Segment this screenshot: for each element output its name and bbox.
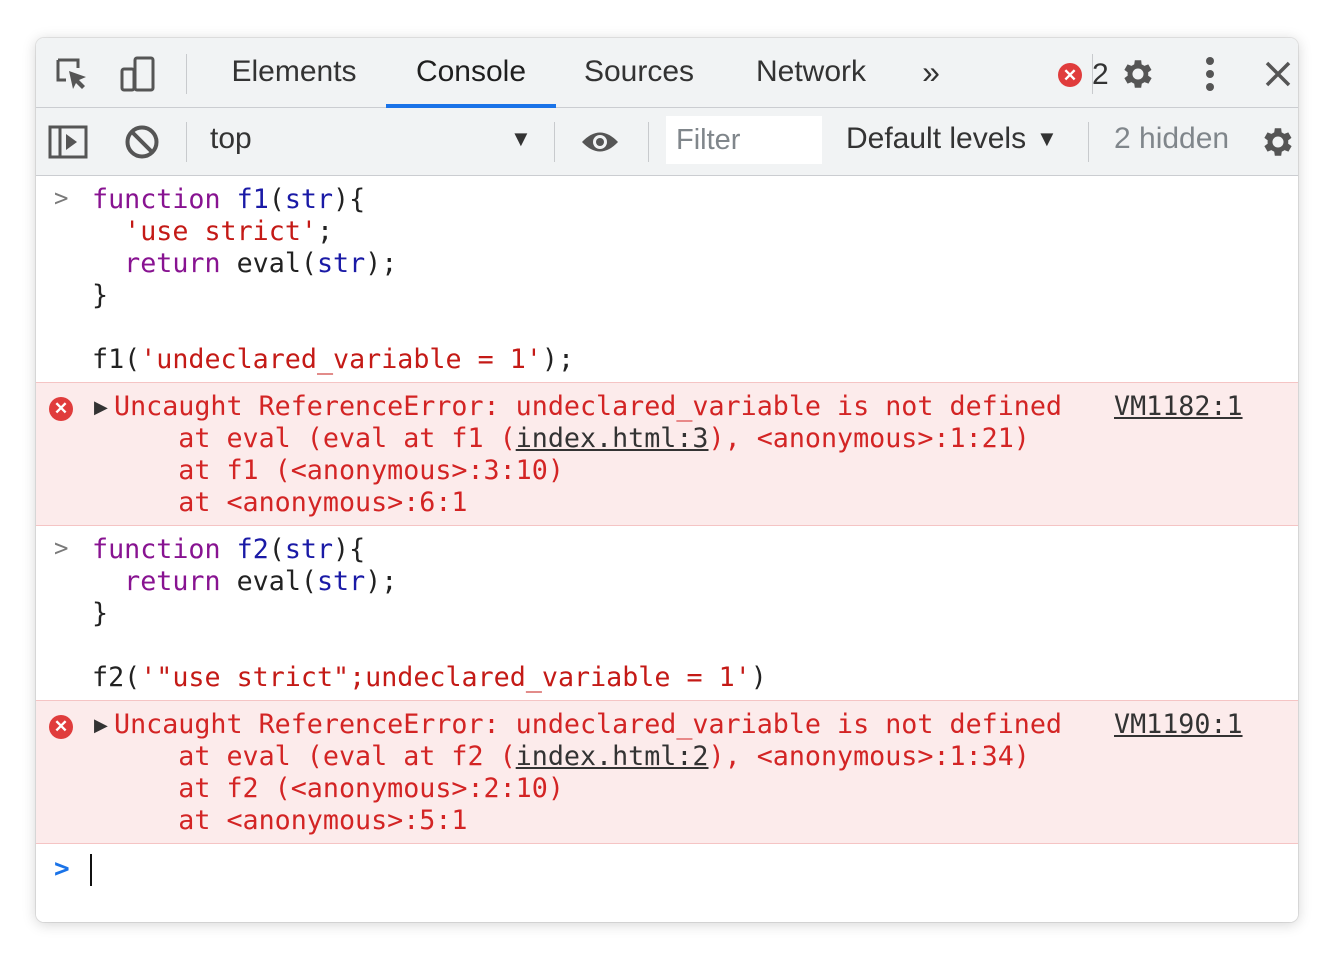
console-input-entry: > function f1(str){ 'use strict'; return… bbox=[36, 176, 1298, 382]
input-prompt-chevron-icon: > bbox=[54, 534, 69, 562]
console-error-entry: ✕ ▶ Uncaught ReferenceError: undeclared_… bbox=[36, 382, 1298, 526]
code-token: } bbox=[92, 598, 109, 629]
code-token: ; bbox=[316, 216, 334, 247]
error-text: Uncaught ReferenceError: undeclared_vari… bbox=[114, 391, 1062, 422]
source-link[interactable]: index.html:2 bbox=[516, 741, 709, 772]
code-block: function f2(str){ return eval(str); } f2… bbox=[92, 534, 767, 694]
source-link[interactable]: index.html:3 bbox=[516, 423, 709, 454]
stack-frame: ), <anonymous>:1:21) bbox=[708, 423, 1030, 454]
stack-frame: at <anonymous>:5:1 bbox=[114, 805, 468, 836]
code-token: f2 bbox=[236, 534, 269, 565]
stack-frame: ), <anonymous>:1:34) bbox=[708, 741, 1030, 772]
clear-console-icon[interactable] bbox=[122, 122, 162, 162]
error-count: 2 bbox=[1092, 58, 1109, 91]
chevron-down-icon[interactable]: ▼ bbox=[1036, 126, 1058, 152]
stack-frame: at eval (eval at f2 ( bbox=[114, 741, 516, 772]
expand-triangle-icon[interactable]: ▶ bbox=[94, 391, 108, 423]
filter-input[interactable] bbox=[666, 116, 822, 164]
text-cursor bbox=[90, 854, 92, 886]
stack-frame: at eval (eval at f1 ( bbox=[114, 423, 516, 454]
code-token: f2( bbox=[92, 662, 141, 693]
code-token: 'undeclared_variable = 1' bbox=[140, 344, 542, 375]
divider bbox=[554, 122, 555, 162]
vm-source-link[interactable]: VM1190:1 bbox=[1114, 709, 1243, 741]
code-token: ( bbox=[268, 534, 285, 565]
console-prompt-input[interactable]: > bbox=[36, 844, 1298, 894]
code-token: ); bbox=[541, 344, 575, 375]
code-token: } bbox=[92, 280, 109, 311]
code-token: f1 bbox=[236, 184, 269, 215]
devtools-window: Elements Console Sources Network » ✕ 2 t… bbox=[36, 38, 1298, 922]
console-settings-gear-icon[interactable] bbox=[1258, 122, 1298, 162]
code-token: 'use strict' bbox=[124, 216, 317, 247]
code-token: ) bbox=[750, 662, 767, 693]
code-token: f1( bbox=[92, 344, 141, 375]
code-token: str bbox=[284, 184, 334, 215]
code-token: eval( bbox=[220, 248, 317, 279]
divider bbox=[648, 122, 649, 162]
stack-frame: at f1 (<anonymous>:3:10) bbox=[114, 455, 564, 486]
code-token: str bbox=[316, 566, 366, 597]
error-x-icon: ✕ bbox=[1058, 63, 1082, 87]
divider bbox=[186, 122, 187, 162]
code-token: function bbox=[92, 184, 221, 215]
code-token: return bbox=[124, 248, 221, 279]
code-token: str bbox=[316, 248, 366, 279]
stack-frame: at <anonymous>:6:1 bbox=[114, 487, 468, 518]
prompt-chevron-icon: > bbox=[54, 854, 70, 884]
divider bbox=[186, 54, 187, 94]
code-token: '"use strict";undeclared_variable = 1' bbox=[140, 662, 751, 693]
more-tabs-chevron-icon[interactable]: » bbox=[908, 38, 954, 108]
chevron-down-icon[interactable]: ▼ bbox=[510, 126, 532, 152]
code-token: function bbox=[92, 534, 221, 565]
live-expression-eye-icon[interactable] bbox=[580, 122, 620, 162]
code-token: str bbox=[284, 534, 334, 565]
tab-console[interactable]: Console bbox=[396, 38, 546, 108]
console-toolbar: top ▼ Default levels ▼ 2 hidden bbox=[36, 108, 1298, 176]
error-x-icon: ✕ bbox=[49, 397, 73, 421]
stack-frame: at f2 (<anonymous>:2:10) bbox=[114, 773, 564, 804]
code-token: eval( bbox=[220, 566, 317, 597]
code-token: return bbox=[124, 566, 221, 597]
console-output: > function f1(str){ 'use strict'; return… bbox=[36, 176, 1298, 922]
error-x-icon: ✕ bbox=[49, 715, 73, 739]
code-token: ); bbox=[365, 566, 398, 597]
log-levels-dropdown[interactable]: Default levels bbox=[846, 122, 1026, 156]
context-selector[interactable]: top bbox=[210, 122, 252, 156]
divider bbox=[1088, 122, 1089, 162]
code-token: ); bbox=[365, 248, 398, 279]
error-message: Uncaught ReferenceError: undeclared_vari… bbox=[114, 391, 1062, 519]
kebab-menu-icon[interactable] bbox=[1190, 54, 1230, 94]
code-token: ){ bbox=[333, 184, 366, 215]
device-toolbar-icon[interactable] bbox=[118, 54, 158, 94]
tab-sources[interactable]: Sources bbox=[574, 38, 704, 108]
console-error-entry: ✕ ▶ Uncaught ReferenceError: undeclared_… bbox=[36, 700, 1298, 844]
code-token: ( bbox=[268, 184, 285, 215]
error-message: Uncaught ReferenceError: undeclared_vari… bbox=[114, 709, 1062, 837]
close-icon[interactable] bbox=[1258, 54, 1298, 94]
tab-elements[interactable]: Elements bbox=[220, 38, 368, 108]
error-count-badge[interactable]: ✕ 2 bbox=[1058, 58, 1109, 92]
input-prompt-chevron-icon: > bbox=[54, 184, 69, 212]
console-input-entry: > function f2(str){ return eval(str); } … bbox=[36, 526, 1298, 700]
expand-triangle-icon[interactable]: ▶ bbox=[94, 709, 108, 741]
code-token: ){ bbox=[333, 534, 366, 565]
show-sidebar-icon[interactable] bbox=[48, 122, 88, 162]
tab-network[interactable]: Network bbox=[744, 38, 878, 108]
devtools-tabbar: Elements Console Sources Network » ✕ 2 bbox=[36, 38, 1298, 108]
gear-icon[interactable] bbox=[1118, 54, 1158, 94]
vm-source-link[interactable]: VM1182:1 bbox=[1114, 391, 1243, 423]
code-block: function f1(str){ 'use strict'; return e… bbox=[92, 184, 574, 376]
divider bbox=[1092, 54, 1093, 94]
error-text: Uncaught ReferenceError: undeclared_vari… bbox=[114, 709, 1062, 740]
hidden-messages-count[interactable]: 2 hidden bbox=[1114, 122, 1229, 156]
inspect-element-icon[interactable] bbox=[52, 54, 92, 94]
